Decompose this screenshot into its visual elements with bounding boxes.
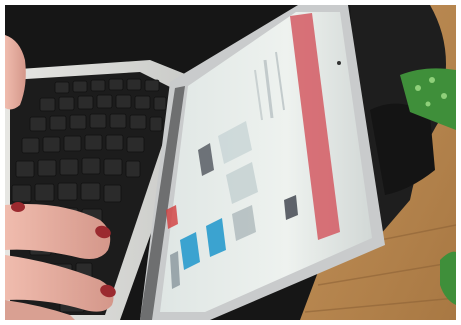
key	[54, 81, 70, 94]
fabric-pattern-dot	[429, 77, 435, 83]
key	[108, 78, 124, 91]
fabric-pattern-dot	[415, 85, 421, 91]
key	[77, 95, 94, 110]
webcam	[337, 61, 341, 65]
photo-svg	[0, 0, 461, 325]
key	[84, 134, 103, 151]
key	[144, 79, 160, 92]
key	[21, 137, 40, 154]
key	[126, 78, 142, 91]
key	[11, 184, 32, 203]
key	[103, 184, 122, 203]
key	[63, 135, 82, 152]
key	[57, 182, 78, 201]
photo	[0, 0, 461, 325]
key	[115, 94, 132, 109]
key	[149, 116, 163, 132]
key	[89, 113, 107, 129]
key	[37, 159, 57, 177]
key	[49, 115, 67, 131]
key	[34, 183, 55, 202]
key	[153, 96, 167, 111]
key	[42, 136, 61, 153]
key	[15, 160, 35, 178]
key	[90, 79, 106, 92]
fingernail	[11, 202, 25, 212]
key	[109, 113, 127, 129]
key	[96, 94, 113, 109]
key	[69, 114, 87, 130]
key	[80, 182, 101, 201]
fabric-pattern-dot	[425, 101, 431, 107]
key	[105, 134, 124, 151]
key	[58, 96, 75, 111]
key	[29, 116, 47, 132]
key	[103, 158, 123, 176]
key	[134, 95, 151, 110]
key	[129, 114, 147, 130]
key	[125, 160, 141, 178]
key	[39, 97, 56, 112]
fabric-pattern-dot	[441, 93, 447, 99]
key	[59, 158, 79, 176]
key	[72, 80, 88, 93]
key	[126, 136, 145, 153]
key	[81, 157, 101, 175]
